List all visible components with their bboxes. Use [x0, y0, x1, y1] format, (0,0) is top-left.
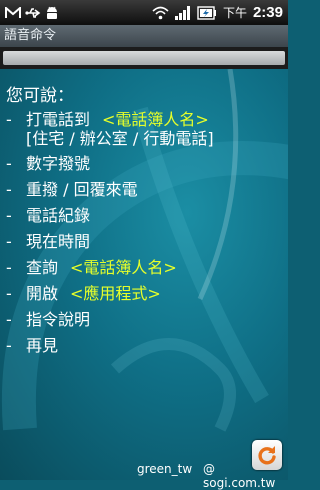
wifi-icon — [152, 6, 169, 19]
signal-icon — [174, 5, 190, 20]
bullet: - — [6, 232, 12, 251]
command-text: 數字撥號 — [26, 154, 91, 173]
voice-command-panel: 您可說： - 打電話到 <電話簿人名> [住宅 / 辦公室 / 行動電話] - … — [0, 69, 288, 480]
status-time: 2:39 — [252, 4, 283, 21]
battery-icon — [197, 5, 216, 20]
command-item-redial: - 重撥 / 回覆來電 — [6, 177, 214, 203]
bullet: - — [6, 284, 12, 303]
search-bar — [0, 47, 288, 69]
android-debug-icon — [47, 6, 57, 19]
watermark-footer: green_tw @ sogi.com.tw — [0, 458, 288, 490]
command-item-open-app: - 開啟 <應用程式> — [6, 281, 214, 307]
command-text: 現在時間 — [26, 232, 91, 251]
command-item-goodbye: - 再見 — [6, 333, 214, 359]
bullet: - — [6, 336, 12, 355]
command-param: <電話簿人名> — [70, 258, 177, 277]
command-item-lookup: - 查詢 <電話簿人名> — [6, 255, 214, 281]
command-text: 重撥 / 回覆來電 — [26, 180, 138, 199]
status-bar: 下午 2:39 — [0, 0, 288, 25]
refresh-button[interactable] — [252, 440, 282, 470]
command-sub-options: [住宅 / 辦公室 / 行動電話] — [26, 129, 214, 148]
bullet: - — [6, 110, 12, 129]
window-title: 語音命令 — [0, 25, 288, 47]
status-ampm: 下午 — [222, 6, 247, 20]
bullet: - — [6, 310, 12, 329]
command-list: - 打電話到 <電話簿人名> [住宅 / 辦公室 / 行動電話] - 數字撥號 … — [6, 107, 214, 359]
usb-icon — [25, 7, 41, 18]
search-field[interactable] — [3, 51, 285, 65]
command-item-call-log: - 電話紀錄 — [6, 203, 214, 229]
command-item-call: - 打電話到 <電話簿人名> [住宅 / 辦公室 / 行動電話] — [6, 107, 214, 149]
command-text: 再見 — [26, 336, 59, 355]
command-param: <應用程式> — [70, 284, 161, 303]
command-item-current-time: - 現在時間 — [6, 229, 214, 255]
command-item-digit-dial: - 數字撥號 — [6, 151, 214, 177]
command-text: 電話紀錄 — [26, 206, 91, 225]
refresh-icon — [258, 446, 276, 465]
prompt-heading: 您可說： — [6, 86, 74, 106]
watermark-user: green_tw — [137, 462, 193, 476]
command-text: 查詢 — [26, 258, 59, 277]
command-text: 指令說明 — [26, 310, 91, 329]
command-item-help: - 指令說明 — [6, 307, 214, 333]
gmail-icon — [5, 6, 21, 18]
bullet: - — [6, 180, 12, 199]
bullet: - — [6, 154, 12, 173]
bullet: - — [6, 258, 12, 277]
bullet: - — [6, 206, 12, 225]
command-text: 開啟 — [26, 284, 59, 303]
